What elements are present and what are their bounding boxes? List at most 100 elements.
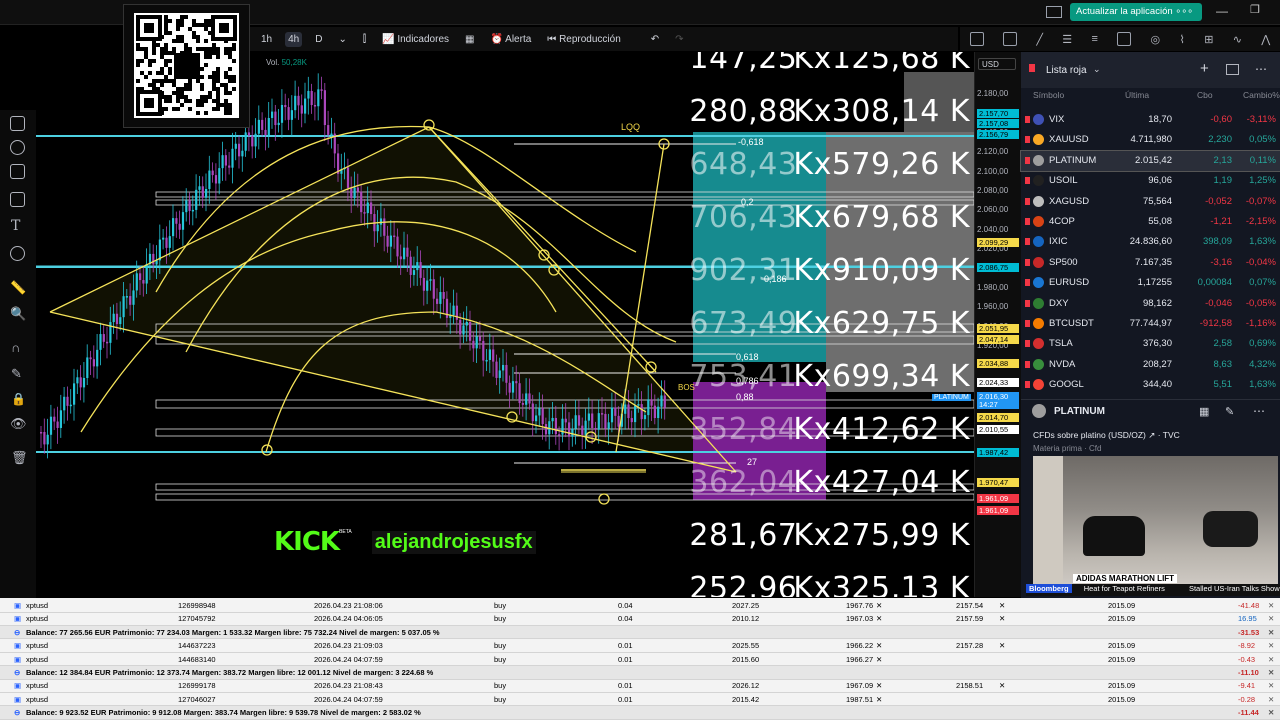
close-position-icon[interactable]: ✕: [1268, 655, 1274, 664]
chevron-down-icon[interactable]: ⌄: [1093, 64, 1101, 75]
crosshair-grid-icon[interactable]: [1002, 32, 1017, 46]
pattern-tool-icon[interactable]: [10, 140, 25, 155]
watchlist-row-tsla[interactable]: TSLA 376,30 2,58 0,69%: [1021, 334, 1280, 354]
collapse-icon[interactable]: ⊖: [14, 668, 20, 677]
interval-1h[interactable]: 1h: [258, 32, 275, 47]
remove-sl-icon[interactable]: ✕: [876, 695, 882, 704]
red-flag-icon[interactable]: [1025, 320, 1030, 327]
watchlist-row-googl[interactable]: GOOGL 344,40 5,51 1,63%: [1021, 375, 1280, 395]
remove-sl-icon[interactable]: ✕: [876, 655, 882, 664]
red-flag-icon[interactable]: [1025, 218, 1030, 225]
interval-4h[interactable]: 4h: [285, 31, 303, 47]
parallel-lines-icon[interactable]: ≡: [1091, 33, 1097, 45]
chevron-down-icon[interactable]: ⌄: [335, 32, 349, 47]
position-icon[interactable]: ▣: [14, 695, 21, 704]
red-flag-icon[interactable]: [1025, 177, 1030, 185]
red-flag-icon[interactable]: [1025, 238, 1030, 246]
col-last[interactable]: Última: [1125, 90, 1149, 100]
alert-button[interactable]: ⏰ Alerta: [487, 32, 534, 47]
remove-sl-icon[interactable]: ✕: [876, 601, 882, 610]
price-chart[interactable]: Vol. 50,28K LQQ BOS -0,618 0,2 0,186 0,618 0…: [36, 52, 974, 597]
add-symbol-icon[interactable]: +: [1200, 60, 1209, 77]
red-flag-icon[interactable]: [1025, 340, 1030, 348]
red-flag-icon[interactable]: [1025, 279, 1030, 287]
detail-more-icon[interactable]: ⋯: [1253, 404, 1265, 418]
red-flag-icon[interactable]: [1025, 360, 1030, 368]
position-icon[interactable]: ▣: [14, 681, 21, 690]
currency-selector[interactable]: USD: [978, 58, 1016, 70]
trash-icon[interactable]: 🗑: [11, 450, 28, 466]
detail-grid-icon[interactable]: ▦: [1199, 405, 1209, 418]
collapse-icon[interactable]: ⊖: [14, 708, 20, 717]
red-flag-icon[interactable]: [1025, 197, 1030, 205]
close-position-icon[interactable]: ✕: [1268, 708, 1274, 717]
rectangle-icon[interactable]: [1117, 32, 1132, 46]
col-change[interactable]: Cbo: [1197, 90, 1213, 100]
watchlist-row-4cop[interactable]: 4COP 55,08 -1,21 -2,15%: [1021, 212, 1280, 232]
red-flag-icon[interactable]: [1025, 258, 1030, 266]
zoom-icon[interactable]: 🔍: [10, 306, 26, 322]
balance-row[interactable]: ⊖ Balance: 77 265.56 EUR Patrimonio: 77 2…: [0, 625, 1280, 640]
more-options-icon[interactable]: ⋯: [1255, 62, 1267, 76]
close-position-icon[interactable]: ✕: [1268, 681, 1274, 690]
watchlist-row-vix[interactable]: VIX 18,70 -0,60 -3,11%: [1021, 110, 1280, 130]
col-symbol[interactable]: Símbolo: [1033, 90, 1064, 100]
close-position-icon[interactable]: ✕: [1268, 668, 1274, 677]
remove-tp-icon[interactable]: ✕: [999, 641, 1005, 650]
red-flag-icon[interactable]: [1025, 136, 1030, 144]
projection-tool-icon[interactable]: [10, 164, 25, 179]
drawing-mode-icon[interactable]: ✎: [11, 366, 22, 382]
remove-tp-icon[interactable]: ✕: [999, 681, 1005, 690]
trendline-icon[interactable]: ╱: [1036, 33, 1043, 46]
minimize-window-button[interactable]: —: [1216, 4, 1228, 18]
watchlist-title[interactable]: Lista roja: [1046, 65, 1087, 76]
detail-source[interactable]: TVC: [1163, 430, 1180, 440]
close-position-icon[interactable]: ✕: [1268, 628, 1274, 637]
watchlist-row-xauusd[interactable]: XAUUSD 4.711,980 2,230 0,05%: [1021, 130, 1280, 150]
collapse-icon[interactable]: ⊖: [14, 628, 20, 637]
red-flag-icon[interactable]: [1025, 156, 1030, 164]
price-scale[interactable]: USD 2.180,002.160,002.140,002.120,002.10…: [974, 52, 1021, 597]
red-flag-icon[interactable]: [1025, 299, 1030, 307]
position-icon[interactable]: ▣: [14, 655, 21, 664]
interval-d[interactable]: D: [312, 32, 325, 47]
lock-icon[interactable]: 🔒: [11, 392, 26, 406]
tray-icon[interactable]: [1046, 6, 1062, 18]
position-row[interactable]: ▣ xptusd 127046027 2026.04.24 04:07:59 buy 0.…: [0, 693, 1280, 707]
position-row[interactable]: ▣ xptusd 126999178 2026.04.23 21:08:43 buy 0.…: [0, 679, 1280, 693]
red-flag-icon[interactable]: [1025, 381, 1030, 389]
remove-sl-icon[interactable]: ✕: [876, 614, 882, 623]
red-flag-icon[interactable]: [1025, 116, 1030, 123]
close-position-icon[interactable]: ✕: [1268, 614, 1274, 623]
long-position-icon[interactable]: ⊞: [1204, 33, 1213, 46]
position-row[interactable]: ▣ xptusd 127045792 2026.04.24 04:06:05 buy 0.…: [0, 612, 1280, 626]
remove-sl-icon[interactable]: ✕: [876, 681, 882, 690]
watchlist-row-btcusdt[interactable]: BTCUSDT 77.744,97 -912,58 -1,16%: [1021, 314, 1280, 334]
watchlist-row-dxy[interactable]: DXY 98,162 -0,046 -0,05%: [1021, 294, 1280, 314]
position-icon[interactable]: ▣: [14, 601, 21, 610]
balance-row[interactable]: ⊖ Balance: 9 923.52 EUR Patrimonio: 9 912…: [0, 706, 1280, 720]
fib-lines-icon[interactable]: ☰: [1062, 33, 1072, 46]
close-position-icon[interactable]: ✕: [1268, 641, 1274, 650]
indicators-button[interactable]: 📈 Indicadores: [379, 32, 452, 47]
restore-window-button[interactable]: ❐: [1250, 3, 1260, 16]
grid-tool-icon[interactable]: [10, 116, 25, 131]
balance-row[interactable]: ⊖ Balance: 12 384.84 EUR Patrimonio: 12 3…: [0, 666, 1280, 680]
candle-type-icon[interactable]: ⫿: [360, 32, 369, 47]
watchlist-row-eurusd[interactable]: EURUSD 1,17255 0,00084 0,07%: [1021, 273, 1280, 293]
update-app-button[interactable]: Actualizar la aplicación ∘∘∘: [1070, 3, 1202, 21]
remove-tp-icon[interactable]: ✕: [999, 614, 1005, 623]
watchlist-row-nvda[interactable]: NVDA 208,27 8,63 4,32%: [1021, 355, 1280, 375]
position-icon[interactable]: ▣: [14, 641, 21, 650]
magnet-icon[interactable]: ∩: [11, 340, 20, 355]
position-row[interactable]: ▣ xptusd 126998948 2026.04.23 21:08:06 buy 0.…: [0, 599, 1280, 613]
watchlist-row-platinum[interactable]: PLATINUM 2.015,42 2,13 0,11%: [1020, 149, 1280, 172]
circle-tool-icon[interactable]: ◎: [1151, 33, 1161, 46]
path-tool-icon[interactable]: ⌇: [1179, 33, 1184, 46]
wave-icon[interactable]: ∿: [1233, 33, 1242, 46]
eye-icon[interactable]: 👁: [10, 416, 27, 432]
redo-icon[interactable]: ↷: [672, 32, 686, 47]
text-tool-icon[interactable]: T: [11, 218, 20, 234]
col-change-pct[interactable]: Cambio%: [1243, 90, 1280, 100]
watchlist-row-ixic[interactable]: IXIC 24.836,60 398,09 1,63%: [1021, 232, 1280, 252]
